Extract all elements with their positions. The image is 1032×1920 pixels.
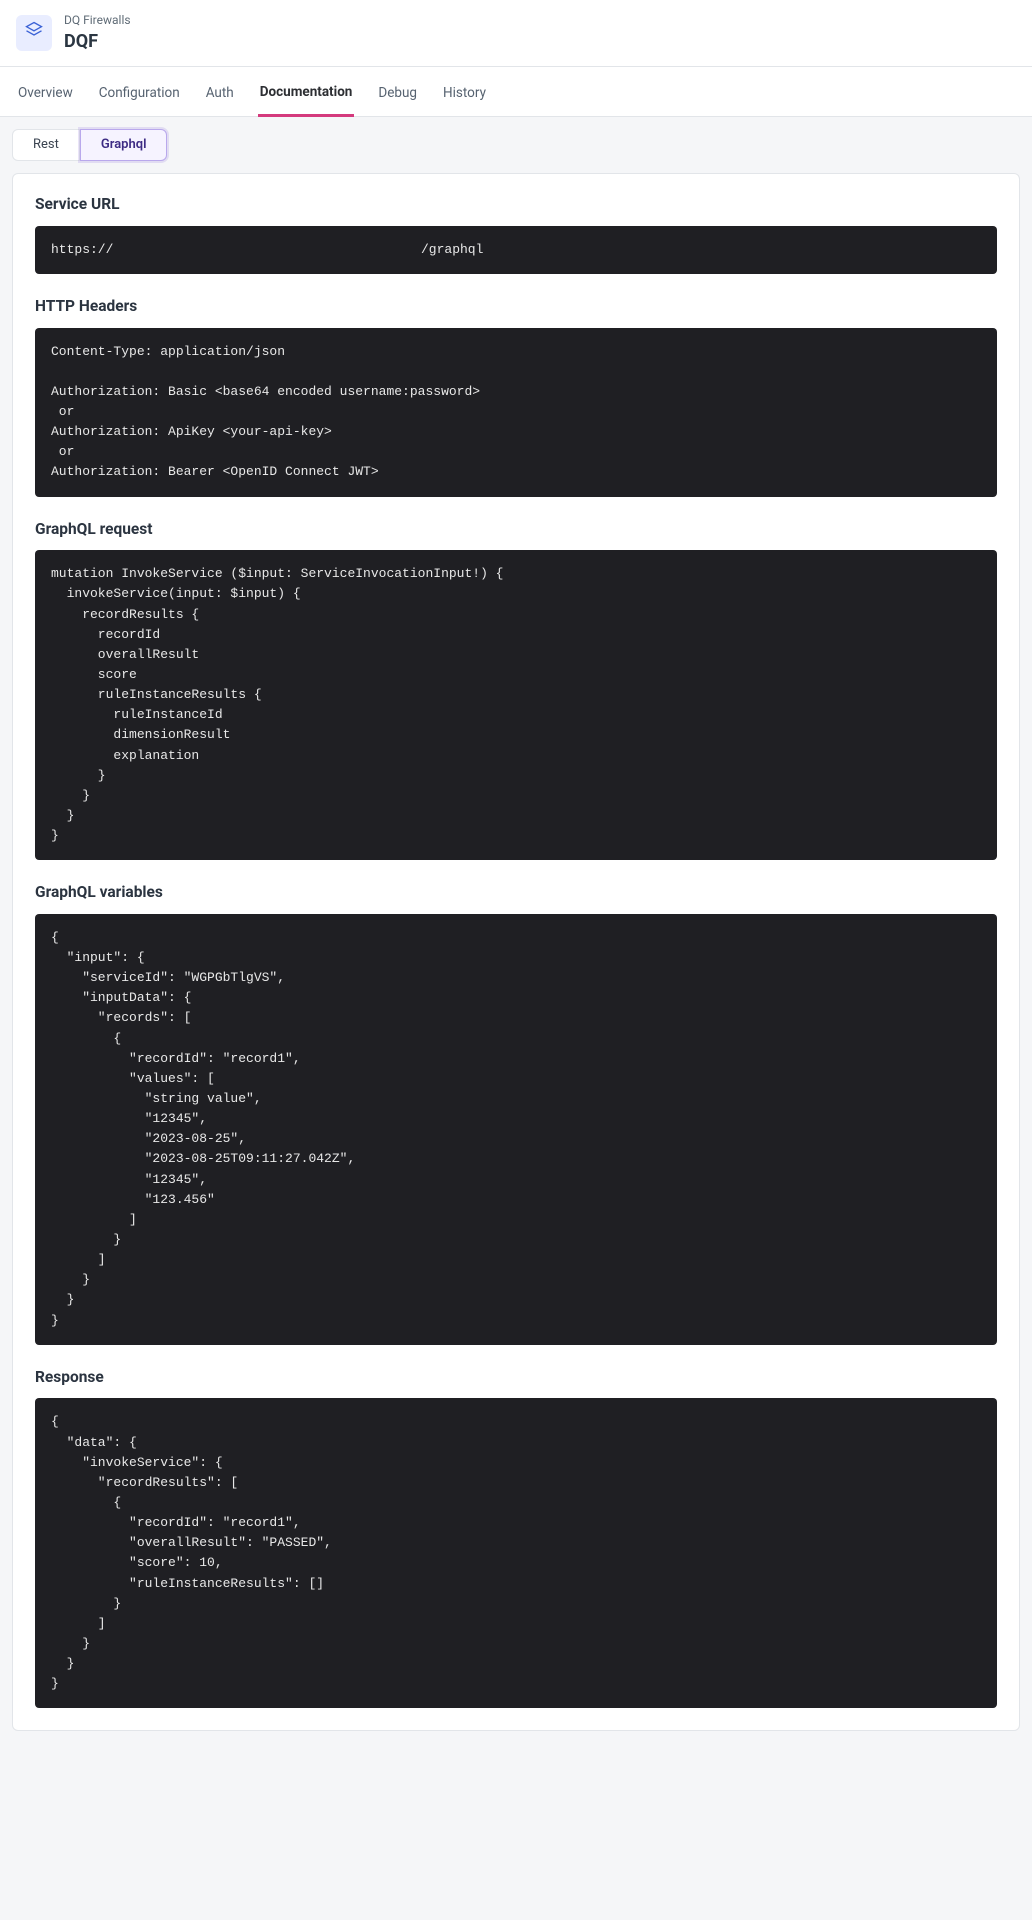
section-title-graphql-request: GraphQL request	[35, 519, 997, 541]
layers-icon	[24, 20, 44, 47]
service-url-prefix: https://	[51, 240, 421, 260]
tab-debug[interactable]: Debug	[376, 74, 419, 115]
code-block-response: { "data": { "invokeService": { "recordRe…	[35, 1398, 997, 1708]
documentation-card: Service URL https:///graphql HTTP Header…	[12, 173, 1020, 1731]
code-block-http-headers: Content-Type: application/json Authoriza…	[35, 328, 997, 497]
page-title: DQF	[64, 29, 131, 54]
tab-documentation[interactable]: Documentation	[258, 73, 355, 117]
service-url-suffix: /graphql	[421, 240, 483, 260]
breadcrumb: DQ Firewalls	[64, 12, 131, 29]
code-block-service-url: https:///graphql	[35, 226, 997, 274]
section-title-graphql-variables: GraphQL variables	[35, 882, 997, 904]
subtab-graphql[interactable]: Graphql	[80, 129, 168, 161]
app-titles: DQ Firewalls DQF	[64, 12, 131, 54]
page-body: Rest Graphql Service URL https:///graphq…	[0, 117, 1032, 1744]
section-title-service-url: Service URL	[35, 194, 997, 216]
tab-history[interactable]: History	[441, 74, 488, 115]
section-title-response: Response	[35, 1367, 997, 1389]
api-type-toggle: Rest Graphql	[12, 129, 167, 161]
code-block-graphql-request: mutation InvokeService ($input: ServiceI…	[35, 550, 997, 860]
app-icon	[16, 15, 52, 51]
tab-overview[interactable]: Overview	[16, 74, 75, 115]
tab-auth[interactable]: Auth	[204, 74, 236, 115]
subtab-rest[interactable]: Rest	[12, 129, 80, 161]
section-title-http-headers: HTTP Headers	[35, 296, 997, 318]
page-header: DQ Firewalls DQF	[0, 0, 1032, 67]
code-block-graphql-variables: { "input": { "serviceId": "WGPGbTlgVS", …	[35, 914, 997, 1345]
tab-configuration[interactable]: Configuration	[97, 74, 182, 115]
primary-tabs: Overview Configuration Auth Documentatio…	[0, 67, 1032, 117]
